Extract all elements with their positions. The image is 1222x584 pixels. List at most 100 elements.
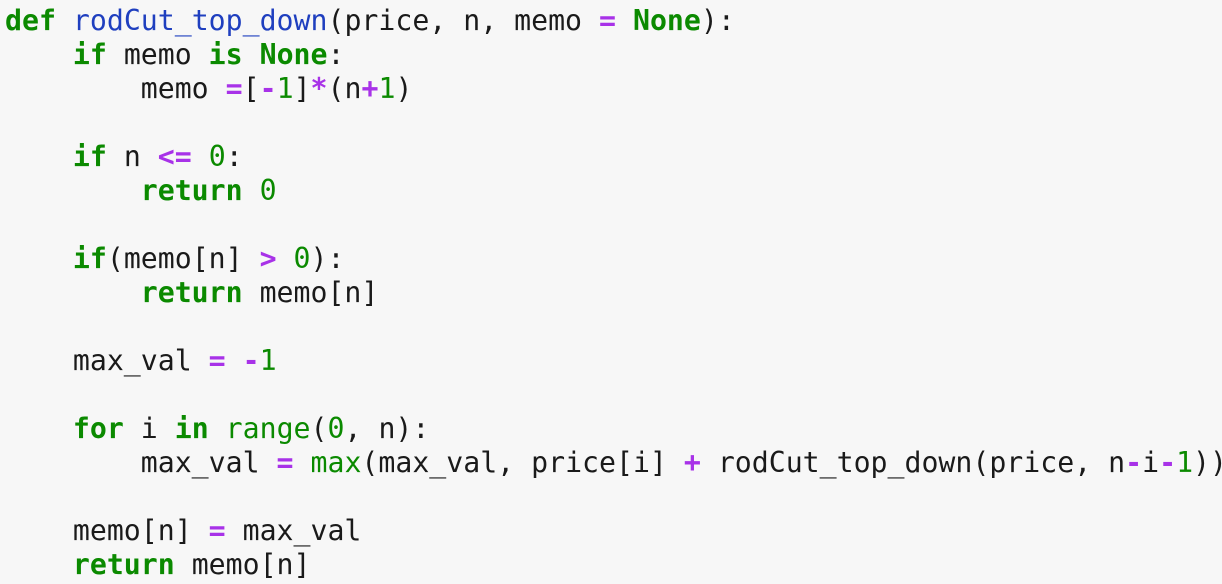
code-token: (memo[n] — [106, 242, 260, 275]
code-block: def rodCut_top_down(price, n, memo = Non… — [5, 4, 1222, 582]
code-token: max_val — [140, 446, 277, 479]
code-token: 1 — [259, 344, 277, 377]
code-token: if — [72, 242, 107, 275]
code-token: - — [259, 72, 277, 105]
code-token: - — [1159, 446, 1177, 479]
code-line: max_val = -1 — [5, 344, 1222, 378]
code-token: + — [361, 72, 379, 105]
code-token: ): — [700, 4, 735, 37]
code-token: in — [174, 412, 209, 445]
code-token: max_val — [225, 514, 362, 547]
code-token: : — [327, 38, 345, 71]
code-token: if — [72, 140, 107, 173]
code-token: 1 — [276, 72, 294, 105]
code-token: max_val — [72, 344, 209, 377]
code-token: is — [208, 38, 243, 71]
code-token: 0 — [293, 242, 311, 275]
code-token: 0 — [327, 412, 345, 445]
code-token: )) — [1193, 446, 1222, 479]
code-line: memo[n] = max_val — [5, 514, 1222, 548]
code-token: def — [5, 4, 56, 37]
code-token: - — [1125, 446, 1143, 479]
code-line: if n <= 0: — [5, 140, 1222, 174]
code-line: memo =[-1]*(n+1) — [5, 72, 1222, 106]
code-line: return memo[n] — [5, 276, 1222, 310]
code-token: return — [72, 548, 175, 581]
code-token: i — [123, 412, 175, 445]
code-token: = — [599, 4, 616, 37]
code-token: , n): — [344, 412, 430, 445]
code-token: if — [72, 38, 107, 71]
code-token: rodCut_top_down(price, n — [700, 446, 1126, 479]
code-token: 0 — [208, 140, 226, 173]
code-token: = — [208, 344, 226, 377]
code-token: : — [225, 140, 243, 173]
code-line: if(memo[n] > 0): — [5, 242, 1222, 276]
code-token: ) — [395, 72, 413, 105]
code-token: [ — [242, 72, 260, 105]
code-token: memo — [106, 38, 209, 71]
code-token: 1 — [1176, 446, 1194, 479]
code-token: memo — [140, 72, 226, 105]
code-line: if memo is None: — [5, 38, 1222, 72]
code-token: None — [632, 4, 701, 37]
code-token: 1 — [378, 72, 396, 105]
code-line: return memo[n] — [5, 548, 1222, 582]
code-token: ] — [293, 72, 311, 105]
code-token: = — [276, 446, 294, 479]
code-token: ): — [310, 242, 345, 275]
code-token: - — [242, 344, 260, 377]
code-token: * — [310, 72, 328, 105]
code-token: return — [140, 174, 243, 207]
code-token: 0 — [259, 174, 277, 207]
code-token: (n — [327, 72, 362, 105]
code-token: (max_val, price[i] — [361, 446, 684, 479]
code-token: > — [259, 242, 277, 275]
code-line: max_val = max(max_val, price[i] + rodCut… — [5, 446, 1222, 480]
code-token: (price, n, memo — [327, 4, 599, 37]
code-token: memo[n] — [72, 514, 209, 547]
code-token: None — [259, 38, 328, 71]
code-token: rodCut_top_down — [72, 4, 328, 37]
code-line: return 0 — [5, 174, 1222, 208]
code-token: = — [208, 514, 226, 547]
code-token: ( — [310, 412, 328, 445]
code-token: range — [225, 412, 311, 445]
code-token: + — [683, 446, 701, 479]
code-token: i — [1142, 446, 1160, 479]
code-token: return — [140, 276, 243, 309]
code-token: memo[n] — [242, 276, 379, 309]
code-token: <= — [157, 140, 192, 173]
code-token: max — [310, 446, 362, 479]
code-token: n — [106, 140, 158, 173]
code-line: for i in range(0, n): — [5, 412, 1222, 446]
code-editor[interactable]: def rodCut_top_down(price, n, memo = Non… — [0, 0, 1222, 584]
code-token: = — [225, 72, 243, 105]
code-token: for — [72, 412, 124, 445]
code-token: memo[n] — [174, 548, 311, 581]
code-line: def rodCut_top_down(price, n, memo = Non… — [5, 4, 1222, 38]
